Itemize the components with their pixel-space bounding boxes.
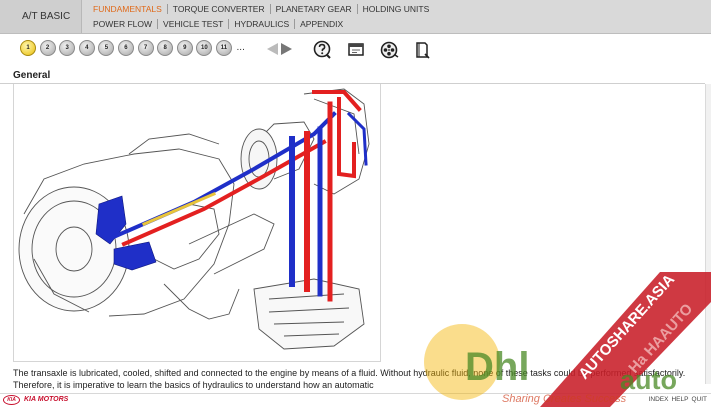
nav-fundamentals[interactable]: FUNDAMENTALS bbox=[88, 4, 168, 14]
nav-row-secondary: POWER FLOW VEHICLE TEST HYDRAULICS APPEN… bbox=[88, 17, 348, 31]
book-icon[interactable] bbox=[412, 40, 432, 60]
header-bar: A/T BASIC FUNDAMENTALS TORQUE CONVERTER … bbox=[0, 0, 711, 34]
section-title: General bbox=[13, 70, 51, 81]
kia-logo: KIA KIA MOTORS bbox=[3, 394, 68, 405]
nav-holding-units[interactable]: HOLDING UNITS bbox=[358, 4, 435, 14]
prev-arrow-icon[interactable] bbox=[267, 43, 278, 55]
page-button-6[interactable]: 6 bbox=[117, 40, 134, 56]
nav-power-flow[interactable]: POWER FLOW bbox=[88, 19, 159, 29]
kia-motors-wordmark: KIA MOTORS bbox=[24, 396, 69, 403]
nav-planetary-gear[interactable]: PLANETARY GEAR bbox=[271, 4, 358, 14]
next-arrow-icon[interactable] bbox=[281, 43, 292, 55]
page-button-10[interactable]: 10 bbox=[196, 40, 213, 56]
page-button-1[interactable]: 1 bbox=[20, 40, 36, 56]
watermark-brand-suffix: auto bbox=[620, 365, 677, 395]
more-pages-ellipsis: ... bbox=[236, 42, 245, 53]
watermark-brand-main: Dhl bbox=[465, 345, 529, 389]
nav-row-primary: FUNDAMENTALS TORQUE CONVERTER PLANETARY … bbox=[88, 2, 434, 16]
watermark-tagline: Sharing Creates Success bbox=[502, 393, 627, 405]
kia-oval-mark: KIA bbox=[3, 394, 20, 405]
page-selector: 1 2 3 4 5 6 7 8 9 10 11 ... bbox=[20, 40, 245, 56]
page-button-5[interactable]: 5 bbox=[98, 40, 115, 56]
page-button-8[interactable]: 8 bbox=[157, 40, 174, 56]
window-icon[interactable] bbox=[346, 40, 366, 60]
transaxle-hydraulic-diagram bbox=[18, 88, 370, 350]
app-title: A/T BASIC bbox=[0, 0, 82, 33]
watermark-overlay: AUTOSHARE.ASIA Ha HAAUTO Dhl auto Sharin… bbox=[424, 271, 711, 407]
toolbar: 1 2 3 4 5 6 7 8 9 10 11 ... bbox=[0, 34, 711, 66]
app-window: A/T BASIC FUNDAMENTALS TORQUE CONVERTER … bbox=[0, 0, 711, 407]
nav-appendix[interactable]: APPENDIX bbox=[295, 19, 348, 29]
nav-hydraulics[interactable]: HYDRAULICS bbox=[229, 19, 296, 29]
page-button-9[interactable]: 9 bbox=[176, 40, 193, 56]
help-icon[interactable] bbox=[312, 40, 332, 60]
page-button-4[interactable]: 4 bbox=[78, 40, 95, 56]
film-reel-icon[interactable] bbox=[379, 40, 399, 60]
transaxle-illustration bbox=[13, 84, 381, 362]
page-button-7[interactable]: 7 bbox=[137, 40, 154, 56]
page-button-11[interactable]: 11 bbox=[215, 40, 232, 56]
nav-vehicle-test[interactable]: VEHICLE TEST bbox=[158, 19, 230, 29]
nav-torque-converter[interactable]: TORQUE CONVERTER bbox=[168, 4, 271, 14]
page-button-2[interactable]: 2 bbox=[39, 40, 56, 56]
page-button-3[interactable]: 3 bbox=[59, 40, 76, 56]
